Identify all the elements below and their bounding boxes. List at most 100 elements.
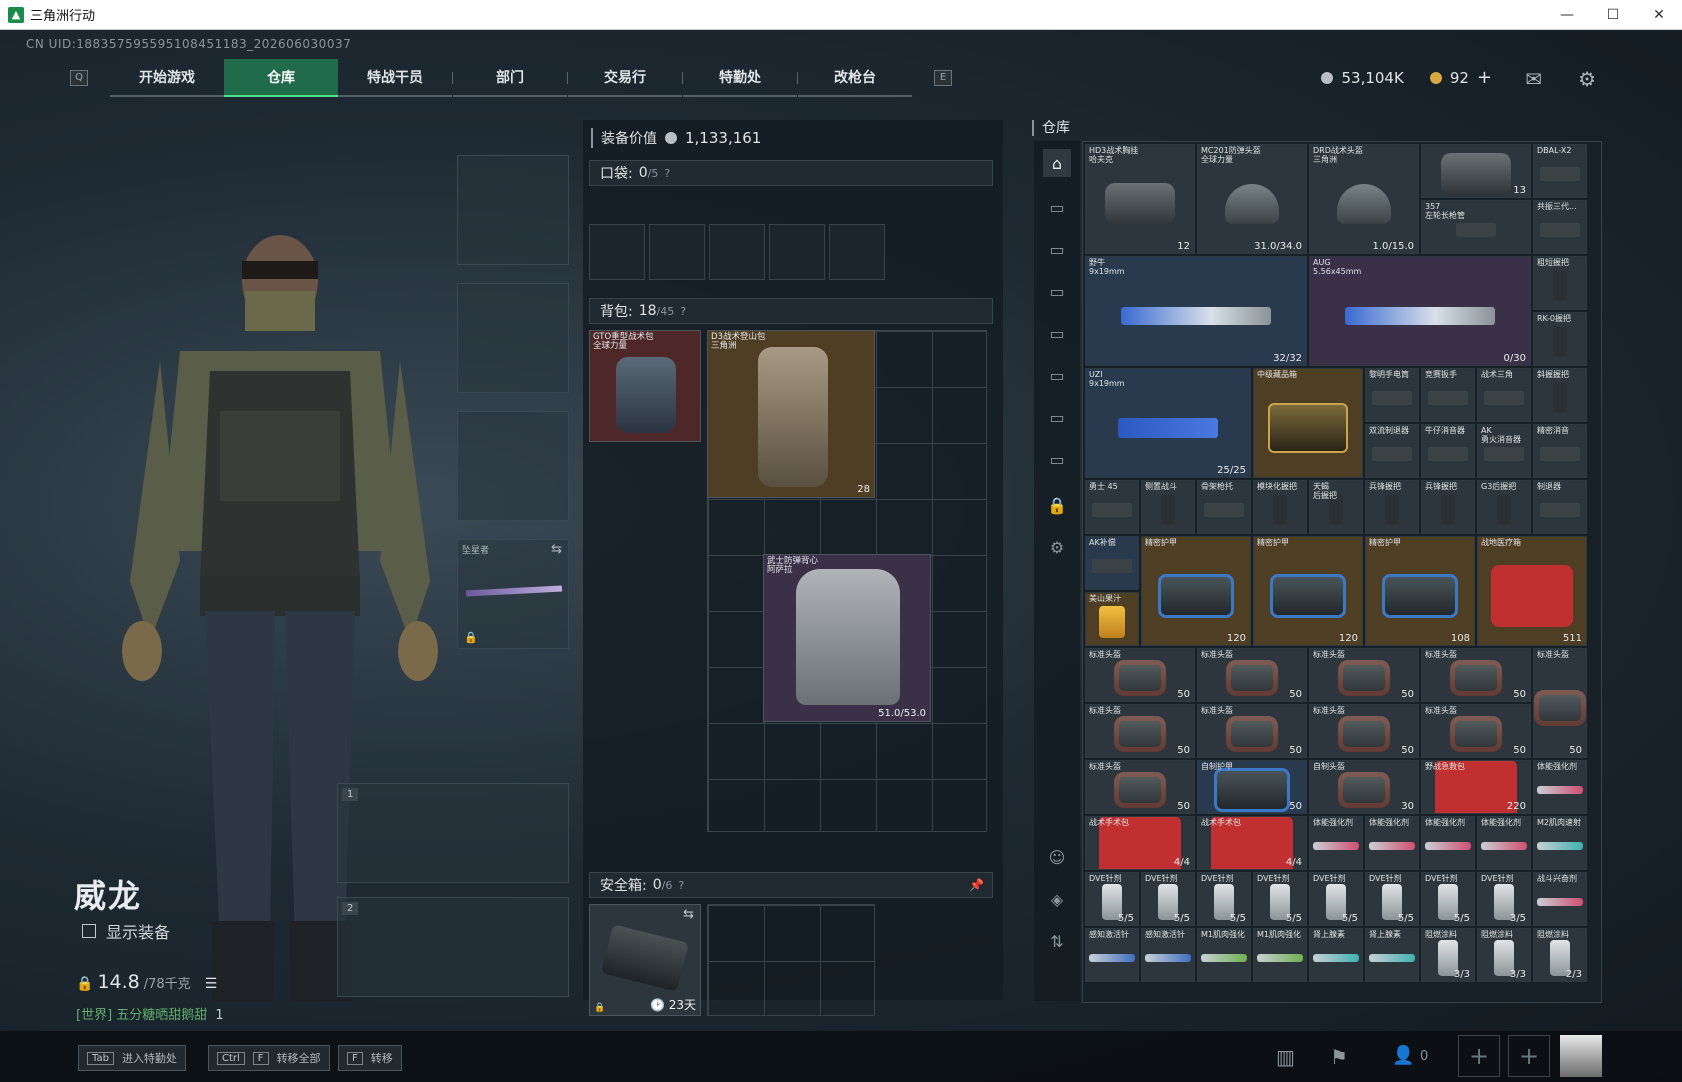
warehouse-item[interactable]: 野战急救包 220 xyxy=(1421,760,1531,814)
warehouse-item[interactable]: 制退器 xyxy=(1533,480,1587,534)
tab-start-game[interactable]: 开始游戏 xyxy=(110,59,224,97)
lock-icon[interactable]: 🔒 xyxy=(1043,491,1071,519)
keys-category-icon[interactable]: ▭ xyxy=(1043,445,1071,473)
warehouse-item[interactable]: DBAL-X2 xyxy=(1533,144,1587,198)
warehouse-item[interactable]: 战术三角 xyxy=(1477,368,1531,422)
settings-icon[interactable]: ⚙ xyxy=(1043,533,1071,561)
pocket-slot[interactable] xyxy=(649,224,705,280)
tab-special-ops[interactable]: 特勤处 xyxy=(683,59,797,97)
warehouse-item[interactable]: DRD战术头盔 三角洲 1.0/15.0 xyxy=(1309,144,1419,254)
help-icon[interactable]: ? xyxy=(680,305,686,318)
primary-weapon-slot-2[interactable]: 2 xyxy=(337,897,569,997)
all-items-icon[interactable]: ⌂ xyxy=(1043,149,1071,177)
pocket-slot[interactable] xyxy=(589,224,645,280)
warehouse-item[interactable]: 体能强化剂 xyxy=(1421,816,1475,870)
warehouse-item[interactable]: DVE针剂 5/5 xyxy=(1421,872,1475,926)
backpack-item[interactable]: 武士防弹背心 阿萨拉 51.0/53.0 xyxy=(763,554,931,722)
minimize-button[interactable]: — xyxy=(1544,0,1590,30)
warehouse-item[interactable]: 体能强化剂 xyxy=(1365,816,1419,870)
warehouse-item[interactable]: 共振三代... xyxy=(1533,200,1587,254)
medical-category-icon[interactable]: ▭ xyxy=(1043,361,1071,389)
tab-department[interactable]: 部门 xyxy=(453,59,567,97)
close-button[interactable]: ✕ xyxy=(1636,0,1682,30)
warehouse-item[interactable]: 兵锋握把 xyxy=(1365,480,1419,534)
pocket-slot[interactable] xyxy=(829,224,885,280)
warehouse-item[interactable]: 斜握握把 xyxy=(1533,368,1587,422)
mail-icon[interactable]: ✉ xyxy=(1525,67,1542,91)
warehouse-item[interactable]: AK 勇火消音器 xyxy=(1477,424,1531,478)
backpack-item[interactable]: D3战术登山包 三角洲 28 xyxy=(707,330,875,498)
warehouse-item[interactable]: 野牛 9x19mm 32/32 xyxy=(1085,256,1307,366)
warehouse-item[interactable]: M2肌肉速射 xyxy=(1533,816,1587,870)
warehouse-item[interactable]: 粗短握把 xyxy=(1533,256,1587,310)
tab-trading[interactable]: 交易行 xyxy=(568,59,682,97)
warehouse-item[interactable]: 标准头盔 50 xyxy=(1309,704,1419,758)
armor-slot[interactable] xyxy=(457,283,569,393)
warehouse-item[interactable]: 战斗兴奋剂 xyxy=(1533,872,1587,926)
warehouse-item[interactable]: 标准头盔 50 xyxy=(1533,648,1587,758)
pin-icon[interactable]: 📌 xyxy=(969,878,984,892)
warehouse-item[interactable]: DVE针剂 3/5 xyxy=(1477,872,1531,926)
warehouse-item[interactable]: 战术手术包 4/4 xyxy=(1197,816,1307,870)
warehouse-item[interactable]: 阻燃涂料 3/3 xyxy=(1421,928,1475,982)
add-currency-button[interactable]: + xyxy=(1477,67,1492,88)
warehouse-item[interactable]: 美山果汁 xyxy=(1085,592,1139,646)
warehouse-item[interactable]: DVE针剂 5/5 xyxy=(1365,872,1419,926)
help-icon[interactable]: ? xyxy=(664,167,670,180)
transfer-hint[interactable]: F 转移 xyxy=(338,1045,402,1071)
warehouse-item[interactable]: 精密护甲 120 xyxy=(1253,536,1363,646)
warehouse-item[interactable]: 中级藏品箱 xyxy=(1253,368,1363,478)
warehouse-item[interactable]: 黎明手电筒 xyxy=(1365,368,1419,422)
warehouse-item[interactable]: 兵锋握把 xyxy=(1421,480,1475,534)
warehouse-item[interactable]: 战术手术包 4/4 xyxy=(1085,816,1195,870)
warehouse-item[interactable]: AK补偿 xyxy=(1085,536,1139,590)
warehouse-item[interactable]: 精密护甲 108 xyxy=(1365,536,1475,646)
warehouse-item[interactable]: 标准头盔 50 xyxy=(1085,648,1195,702)
layers-icon[interactable]: ◈ xyxy=(1043,885,1071,913)
warehouse-item[interactable]: 阻燃涂料 2/3 xyxy=(1533,928,1587,982)
warehouse-item[interactable]: RK-0握把 xyxy=(1533,312,1587,366)
helmet-slot[interactable] xyxy=(457,155,569,265)
warehouse-item[interactable]: 标准头盔 50 xyxy=(1197,704,1307,758)
warehouse-item[interactable]: DVE针剂 5/5 xyxy=(1141,872,1195,926)
warehouse-item[interactable]: 肾上腺素 xyxy=(1365,928,1419,982)
warehouse-item[interactable]: 标准头盔 50 xyxy=(1421,648,1531,702)
backpack-equipped[interactable]: GTO重型战术包 全球力量 xyxy=(589,330,701,442)
warehouse-item[interactable]: G3后握把 xyxy=(1477,480,1531,534)
warehouse-item[interactable]: 战地医疗箱 511 xyxy=(1477,536,1587,646)
help-icon[interactable]: ? xyxy=(678,879,684,892)
list-icon[interactable]: ☰ xyxy=(205,976,218,992)
warehouse-item[interactable]: 标准头盔 50 xyxy=(1085,760,1195,814)
warehouse-item[interactable]: 自制护甲 50 xyxy=(1197,760,1307,814)
warehouse-item[interactable]: 精密消音 xyxy=(1533,424,1587,478)
gear-category-icon[interactable]: ▭ xyxy=(1043,319,1071,347)
swap-icon[interactable]: ⇆ xyxy=(683,907,694,922)
warehouse-item[interactable]: 侧置战斗 xyxy=(1141,480,1195,534)
warehouse-item[interactable]: M1肌肉强化 xyxy=(1197,928,1251,982)
chart-icon[interactable]: ▥ xyxy=(1276,1045,1295,1069)
warehouse-item[interactable]: 模块化握把 xyxy=(1253,480,1307,534)
invite-slot-button[interactable]: + xyxy=(1508,1035,1550,1077)
warehouse-item[interactable]: 肾上腺素 xyxy=(1309,928,1363,982)
warehouse-item[interactable]: 勇士 45 xyxy=(1085,480,1139,534)
warehouse-item[interactable]: 精密护甲 120 xyxy=(1141,536,1251,646)
warehouse-item[interactable]: 体能强化剂 xyxy=(1533,760,1587,814)
pocket-slot[interactable] xyxy=(769,224,825,280)
safebox-grid[interactable] xyxy=(707,904,875,1016)
warehouse-item[interactable]: DVE针剂 5/5 xyxy=(1253,872,1307,926)
collectibles-category-icon[interactable]: ▭ xyxy=(1043,403,1071,431)
warehouse-item[interactable]: 牛仔消音器 xyxy=(1421,424,1475,478)
ammo-category-icon[interactable]: ▭ xyxy=(1043,277,1071,305)
parts-category-icon[interactable]: ▭ xyxy=(1043,235,1071,263)
invite-slot-button[interactable]: + xyxy=(1458,1035,1500,1077)
operator-icon[interactable]: ☺ xyxy=(1043,843,1071,871)
gear-icon[interactable]: ⚙ xyxy=(1578,67,1596,91)
maximize-button[interactable]: ☐ xyxy=(1590,0,1636,30)
tab-gunsmith[interactable]: 改枪台 xyxy=(798,59,912,97)
warehouse-item[interactable]: 体能强化剂 xyxy=(1309,816,1363,870)
warehouse-item[interactable]: 标准头盔 50 xyxy=(1309,648,1419,702)
warehouse-item[interactable]: UZI 9x19mm 25/25 xyxy=(1085,368,1251,478)
warehouse-item[interactable]: DVE针剂 5/5 xyxy=(1197,872,1251,926)
sort-icon[interactable]: ⇅ xyxy=(1043,927,1071,955)
warehouse-item[interactable]: M1肌肉强化 xyxy=(1253,928,1307,982)
